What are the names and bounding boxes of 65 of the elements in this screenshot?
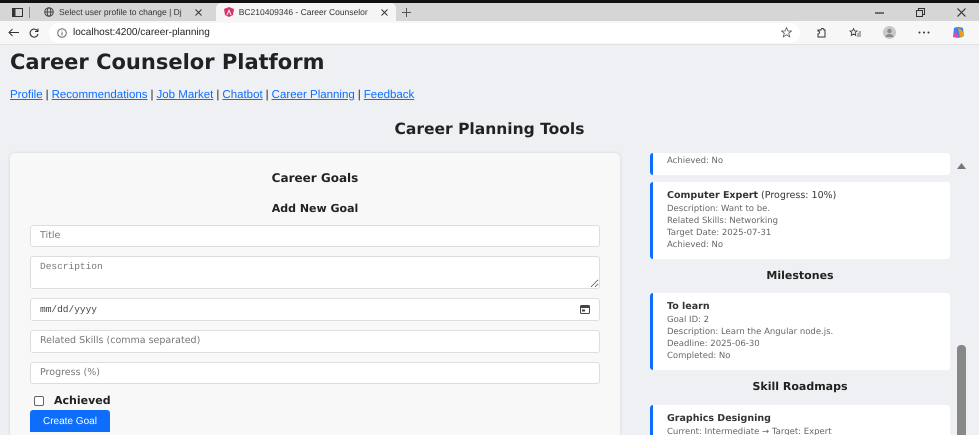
copilot-icon[interactable] xyxy=(952,26,965,39)
nav-link-text[interactable]: Recommendations xyxy=(52,89,148,101)
create-goal-button[interactable]: Create Goal xyxy=(30,410,110,432)
card-text: Description: Want to be. xyxy=(667,202,772,214)
avatar-icon[interactable] xyxy=(883,26,896,39)
refresh-icon[interactable] xyxy=(29,28,39,38)
favorites-icon[interactable] xyxy=(849,28,861,38)
info-icon xyxy=(57,28,67,38)
close-window-icon[interactable] xyxy=(957,8,966,16)
checkbox[interactable] xyxy=(34,396,44,406)
tab-title: Select user profile to change | Dj xyxy=(59,6,182,18)
input-field[interactable]: Related Skills (comma separated) xyxy=(30,330,600,352)
sidebar-icon[interactable] xyxy=(12,8,23,16)
nav-link-text[interactable]: Career Planning xyxy=(272,89,355,101)
nav-link-text[interactable]: Feedback xyxy=(364,89,414,101)
nav-separator: | xyxy=(216,89,220,101)
nav-separator: | xyxy=(266,89,269,101)
new-tab-icon[interactable] xyxy=(402,8,411,16)
card-title: Graphics Designing xyxy=(667,412,772,424)
back-icon[interactable] xyxy=(8,28,19,37)
card-title: To learn xyxy=(667,301,711,313)
restore-icon[interactable] xyxy=(916,8,925,16)
scrollbar-thumb[interactable] xyxy=(957,344,966,435)
section-title: Career Planning Tools xyxy=(394,119,586,140)
description-field[interactable]: Description xyxy=(30,256,600,290)
nav-separator: | xyxy=(46,89,49,101)
page-title: Career Counselor Platform xyxy=(10,49,326,75)
card-text: Target Date: 2025-07-31 xyxy=(667,226,772,238)
scroll-up-icon[interactable] xyxy=(957,162,966,168)
card-text: Completed: No xyxy=(667,350,732,362)
checkbox-label: Achieved xyxy=(54,392,111,409)
section-heading: Milestones xyxy=(765,268,835,284)
globe-icon xyxy=(44,7,54,17)
nav-link-text[interactable]: Chatbot xyxy=(222,89,263,101)
address-bar[interactable]: localhost:4200/career-planning xyxy=(49,22,800,42)
card-text: Goal ID: 2 xyxy=(667,314,710,326)
browser-tab[interactable]: Select user profile to change | Dj xyxy=(36,3,210,21)
input-field[interactable]: Progress (%) xyxy=(30,362,600,384)
close-icon[interactable] xyxy=(194,8,202,16)
close-icon[interactable] xyxy=(380,8,388,16)
card-title: Computer Expert (Progress: 10%) xyxy=(667,190,838,202)
date-text: mm/dd/yyyy xyxy=(40,302,98,317)
more-icon[interactable] xyxy=(918,31,930,34)
calendar-icon[interactable] xyxy=(580,305,590,314)
card-text: Deadline: 2025-06-30 xyxy=(667,338,761,350)
browser-tab[interactable]: BC210409346 - Career Counselor xyxy=(216,3,396,21)
tab-title: BC210409346 - Career Counselor xyxy=(238,6,368,18)
card-text: Related Skills: Networking xyxy=(667,214,780,226)
nav-link-text[interactable]: Job Market xyxy=(156,89,214,101)
date-field[interactable]: mm/dd/yyyy xyxy=(30,298,600,322)
form-subheading: Add New Goal xyxy=(270,200,360,216)
shield-icon xyxy=(224,7,234,17)
card-text: Current: Intermediate → Target: Expert xyxy=(667,426,833,435)
nav-link-text[interactable]: Profile xyxy=(10,89,43,101)
card-text: Description: Learn the Angular node.js. xyxy=(667,326,834,338)
section-heading: Skill Roadmaps xyxy=(751,379,848,395)
star-icon[interactable] xyxy=(781,27,792,38)
nav-separator: | xyxy=(150,89,154,101)
form-heading: Career Goals xyxy=(270,170,360,186)
card-text: Achieved: No xyxy=(667,154,724,166)
url-text: localhost:4200/career-planning xyxy=(73,26,211,40)
card-text: Achieved: No xyxy=(667,238,724,250)
input-field[interactable]: Title xyxy=(30,225,600,248)
nav-separator: | xyxy=(358,89,361,101)
puzzle-icon[interactable] xyxy=(816,27,827,38)
